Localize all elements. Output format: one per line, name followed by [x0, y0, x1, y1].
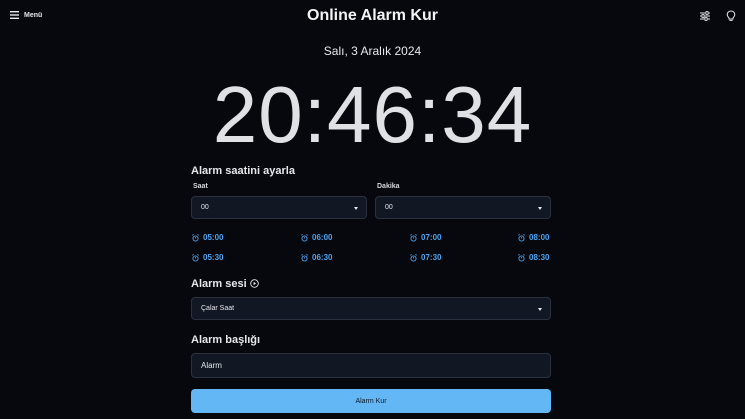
preset-time-label: 05:00	[203, 233, 224, 242]
alarm-time-section-title: Alarm saatini ayarla	[191, 165, 295, 177]
chevron-down-icon	[538, 207, 542, 210]
preset-time-button[interactable]: 05:30	[192, 253, 223, 262]
alarm-clock-icon	[192, 253, 199, 262]
minute-label: Dakika	[377, 183, 400, 190]
alarm-clock-icon	[301, 253, 308, 262]
preset-time-label: 08:00	[529, 233, 550, 242]
alarm-sound-section-title: Alarm sesi	[191, 278, 259, 290]
alarm-sound-title-text: Alarm sesi	[191, 278, 247, 290]
chevron-down-icon	[538, 308, 542, 311]
preset-time-button[interactable]: 07:30	[410, 253, 441, 262]
alarm-title-input[interactable]	[191, 353, 551, 378]
preset-time-label: 06:30	[312, 253, 333, 262]
preset-time-button[interactable]: 08:00	[518, 233, 549, 242]
preset-time-label: 08:30	[529, 253, 550, 262]
alarm-clock-icon	[301, 233, 308, 242]
preset-time-label: 05:30	[203, 253, 224, 262]
alarm-clock-icon	[518, 253, 525, 262]
alarm-page: Menü Online Alarm Kur Salı, 3 Aralık 202…	[0, 0, 745, 419]
current-date: Salı, 3 Aralık 2024	[323, 44, 422, 58]
preset-time-button[interactable]: 05:00	[192, 233, 223, 242]
preset-time-button[interactable]: 06:00	[301, 233, 332, 242]
page-title: Online Alarm Kur	[307, 7, 438, 24]
alarm-clock-icon	[410, 253, 417, 262]
alarm-title-section-title: Alarm başlığı	[191, 334, 261, 346]
preset-time-button[interactable]: 07:00	[410, 233, 441, 242]
alarm-clock-icon	[518, 233, 525, 242]
preset-time-label: 07:30	[421, 253, 442, 262]
hour-select[interactable]: 00	[191, 196, 367, 219]
alarm-clock-icon	[192, 233, 199, 242]
preset-time-label: 07:00	[421, 233, 442, 242]
lightbulb-icon[interactable]	[726, 10, 736, 22]
sliders-icon[interactable]	[700, 11, 710, 21]
alarm-sound-select-value: Çalar Saat	[201, 305, 235, 312]
hour-select-value: 00	[201, 204, 209, 211]
alarm-clock-icon	[410, 233, 417, 242]
set-alarm-button[interactable]: Alarm Kur	[191, 389, 551, 413]
preset-time-button[interactable]: 08:30	[518, 253, 549, 262]
play-circle-icon[interactable]	[249, 279, 259, 288]
digital-clock: 20:46:34	[212, 70, 533, 159]
preset-time-label: 06:00	[312, 233, 333, 242]
hour-label: Saat	[193, 183, 208, 190]
preset-time-button[interactable]: 06:30	[301, 253, 332, 262]
chevron-down-icon	[354, 207, 358, 210]
alarm-sound-select[interactable]: Çalar Saat	[191, 297, 551, 320]
header: Menü Online Alarm Kur	[0, 0, 745, 34]
minute-select-value: 00	[385, 204, 393, 211]
minute-select[interactable]: 00	[375, 196, 551, 219]
